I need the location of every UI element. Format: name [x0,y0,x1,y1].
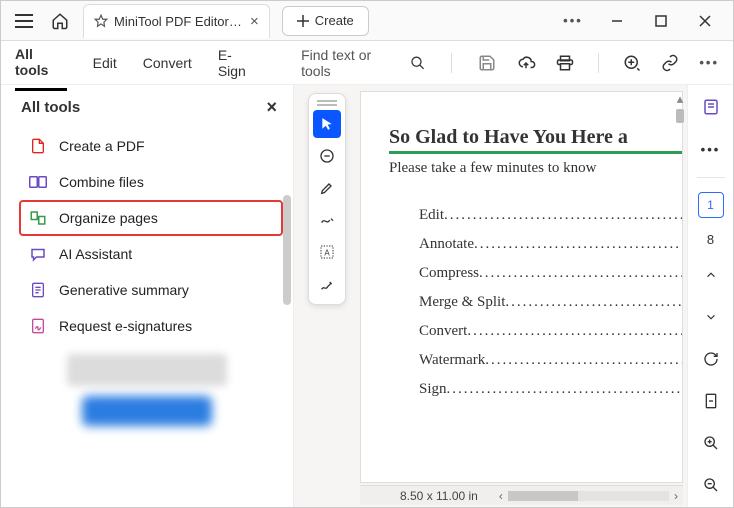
erase-tool-icon[interactable] [313,270,341,298]
ai-assistant-icon [29,245,47,263]
scroll-left-icon[interactable]: ‹ [494,489,508,503]
fit-page-icon[interactable] [697,387,725,415]
home-icon[interactable] [43,4,77,38]
more-actions-icon[interactable]: ••• [699,55,719,70]
nav-all-tools[interactable]: All tools [15,36,67,91]
table-of-contents: Edit Annotate Compress Merge & Split Con… [419,207,682,398]
cloud-upload-icon[interactable] [516,54,536,72]
drag-grip-icon[interactable] [317,100,337,106]
vertical-scrollbar[interactable]: ▴ [673,91,687,483]
star-icon [94,14,108,28]
document-tab[interactable]: MiniTool PDF Editor Use... × [83,4,270,38]
horizontal-scrollbar[interactable]: ‹ › [494,489,683,503]
select-tool-icon[interactable] [313,110,341,138]
toc-row: Edit [419,207,682,224]
document-subtitle: Please take a few minutes to know [389,160,682,177]
floating-toolbar[interactable]: A [308,93,346,305]
sidebar-blurred-region [1,344,293,436]
page-size-label: 8.50 x 11.00 in [400,489,478,503]
sidebar-item-label: Create a PDF [59,138,145,154]
title-underline [389,151,682,154]
page-up-icon[interactable] [697,261,725,289]
sidebar-item-combine[interactable]: Combine files [19,164,283,200]
hscroll-thumb[interactable] [508,491,578,501]
sidebar-item-label: AI Assistant [59,246,132,262]
find-text[interactable]: Find text or tools [301,47,425,79]
toc-row: Convert [419,323,682,340]
rotate-icon[interactable] [697,345,725,373]
search-icon [410,55,426,71]
print-icon[interactable] [556,54,574,72]
sidebar-item-generative-summary[interactable]: Generative summary [19,272,283,308]
separator [598,53,599,73]
plus-icon [297,15,309,27]
nav-convert[interactable]: Convert [143,45,192,81]
summary-icon [29,281,47,299]
add-comment-icon[interactable] [623,54,641,72]
sidebar-item-organize-pages[interactable]: Organize pages [19,200,283,236]
svg-text:A: A [324,248,330,257]
sidebar-item-label: Request e-signatures [59,318,192,334]
sidebar-scrollbar-thumb[interactable] [283,195,291,305]
nav-edit[interactable]: Edit [93,45,117,81]
panel-toggle-icon[interactable] [697,93,725,121]
status-bar: 8.50 x 11.00 in ‹ › [360,485,683,505]
rail-more-icon[interactable]: ••• [697,135,725,163]
toc-row: Sign [419,381,682,398]
sidebar-close-icon[interactable]: × [266,97,277,118]
minimize-icon[interactable] [595,1,639,41]
signature-icon [29,317,47,335]
create-button[interactable]: Create [282,6,369,36]
zoom-in-icon[interactable] [697,429,725,457]
document-canvas[interactable]: So Glad to Have You Here a Please take a… [360,91,683,483]
sidebar-item-ai-assistant[interactable]: AI Assistant [19,236,283,272]
find-label: Find text or tools [301,47,402,79]
organize-pages-icon [29,209,47,227]
sidebar-item-create-pdf[interactable]: Create a PDF [19,128,283,164]
toc-row: Compress [419,265,682,282]
save-icon[interactable] [478,54,496,72]
sidebar-heading: All tools [21,99,80,116]
maximize-icon[interactable] [639,1,683,41]
tab-close-icon[interactable]: × [250,13,259,30]
overflow-menu-icon[interactable]: ••• [551,1,595,41]
draw-tool-icon[interactable] [313,206,341,234]
toc-row: Merge & Split [419,294,682,311]
hamburger-menu-icon[interactable] [7,4,41,38]
sidebar-item-label: Combine files [59,174,144,190]
sidebar-item-label: Organize pages [59,210,158,226]
link-icon[interactable] [661,54,679,72]
total-pages: 8 [707,232,714,247]
vscroll-thumb[interactable] [676,109,684,123]
separator [451,53,452,73]
current-page-indicator[interactable]: 1 [698,192,724,218]
text-select-tool-icon[interactable]: A [313,238,341,266]
sidebar-item-request-signatures[interactable]: Request e-signatures [19,308,283,344]
create-pdf-icon [29,137,47,155]
page-down-icon[interactable] [697,303,725,331]
toc-row: Annotate [419,236,682,253]
right-rail: ••• 1 8 [687,85,733,507]
document-area: A So Glad to Have You Here a Please take… [294,85,687,507]
scroll-right-icon[interactable]: › [669,489,683,503]
nav-esign[interactable]: E-Sign [218,37,257,89]
zoom-out-icon[interactable] [697,471,725,499]
toc-row: Watermark [419,352,682,369]
tab-title: MiniTool PDF Editor Use... [114,14,244,29]
sidebar-item-label: Generative summary [59,282,189,298]
highlight-tool-icon[interactable] [313,174,341,202]
combine-icon [29,173,47,191]
comment-tool-icon[interactable] [313,142,341,170]
close-icon[interactable] [683,1,727,41]
top-toolbar: All tools Edit Convert E-Sign Find text … [1,41,733,85]
create-label: Create [315,13,354,28]
separator [697,177,725,178]
all-tools-sidebar: All tools × Create a PDF Combine files O… [1,85,294,507]
blurred-content [67,354,227,386]
document-title: So Glad to Have You Here a [389,126,682,149]
blurred-button [82,396,212,426]
